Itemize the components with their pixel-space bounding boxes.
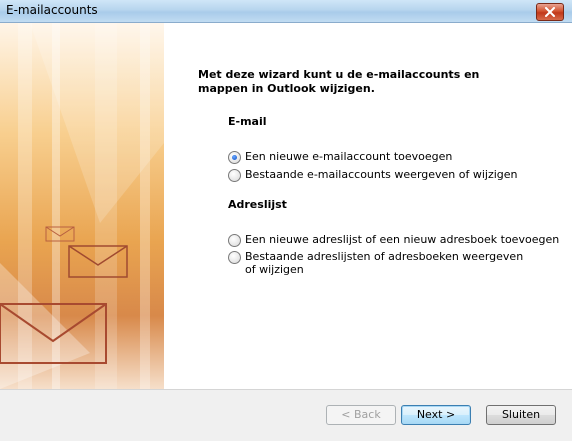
window-title: E-mailaccounts (6, 3, 98, 17)
radio-label: Een nieuwe adreslijst of een nieuw adres… (245, 233, 560, 246)
wizard-window: E-mailaccounts Met deze wizard kunt u de… (0, 0, 572, 441)
radio-button[interactable] (228, 234, 241, 247)
button-bar: < Back Next > Sluiten (0, 389, 572, 441)
radio-button[interactable] (228, 251, 241, 264)
title-bar: E-mailaccounts (0, 0, 572, 23)
close-button[interactable] (536, 3, 564, 21)
intro-text: Met deze wizard kunt u de e-mailaccounts… (198, 68, 480, 95)
addressbook-heading: Adreslijst (228, 198, 287, 211)
radio-button[interactable] (228, 151, 241, 164)
next-button[interactable]: Next > (401, 405, 471, 425)
email-heading: E-mail (228, 115, 267, 128)
radio-label: Bestaande adreslijsten of adresboeken we… (245, 250, 524, 276)
radio-label: Bestaande e-mailaccounts weergeven of wi… (245, 168, 518, 181)
close-icon (545, 7, 555, 17)
back-button[interactable]: < Back (326, 405, 396, 425)
close-wizard-button[interactable]: Sluiten (486, 405, 556, 425)
radio-existing-email[interactable]: Bestaande e-mailaccounts weergeven of wi… (228, 168, 518, 182)
radio-button[interactable] (228, 169, 241, 182)
radio-new-addressbook[interactable]: Een nieuwe adreslijst of een nieuw adres… (228, 233, 559, 247)
wizard-content: Met deze wizard kunt u de e-mailaccounts… (0, 23, 572, 389)
radio-label: Een nieuwe e-mailaccount toevoegen (245, 150, 453, 163)
radio-existing-addressbook[interactable]: Bestaande adreslijsten of adresboeken we… (228, 250, 528, 276)
radio-new-email[interactable]: Een nieuwe e-mailaccount toevoegen (228, 150, 452, 164)
banner-image (0, 23, 164, 389)
